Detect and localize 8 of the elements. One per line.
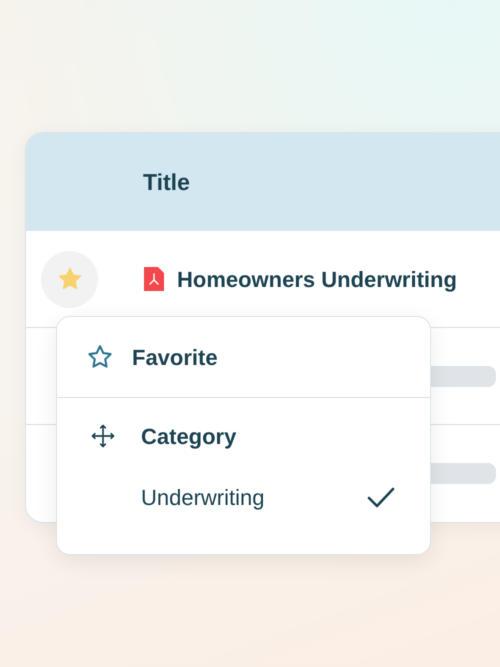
- checkmark-icon: [366, 485, 396, 509]
- pdf-file-icon: [143, 266, 165, 292]
- category-option[interactable]: Underwriting: [57, 472, 430, 522]
- favorite-menu-item[interactable]: Favorite: [57, 317, 430, 398]
- document-title[interactable]: Homeowners Underwriting: [177, 262, 457, 296]
- column-header: Title: [143, 168, 190, 197]
- category-heading: Category: [141, 422, 236, 451]
- move-icon: [89, 422, 117, 450]
